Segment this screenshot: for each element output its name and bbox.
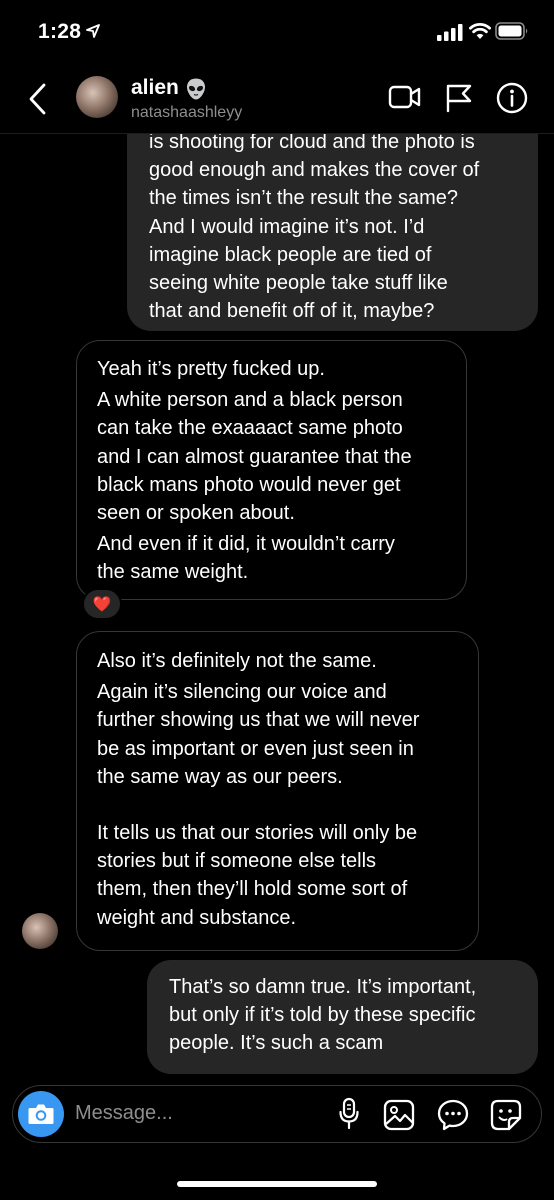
camera-button[interactable] [18,1091,64,1137]
info-icon[interactable] [496,82,528,114]
message-line: Again it’s silencing our voice and [97,681,387,704]
message-line: A white person and a black person [97,389,403,412]
sender-avatar[interactable] [22,913,58,949]
message-line: them, then they’ll hold some sort of [97,878,408,901]
heart-icon: ❤️ [92,596,112,613]
message-line: be as important or even just seen in [97,737,414,760]
message-line: and I can almost guarantee that the [97,445,412,468]
alien-emoji-icon [187,78,205,100]
message-line: that and benefit off of it, maybe? [149,300,435,323]
battery-icon [495,22,528,40]
message-input[interactable]: Message... [75,1102,173,1125]
profile-avatar[interactable] [76,76,118,118]
message-bubble-outgoing[interactable]: is shooting for cloud and the photo is g… [127,100,538,331]
message-bubble-outgoing[interactable]: That’s so damn true. It’s important, but… [147,960,538,1074]
message-bubble-incoming[interactable]: Also it’s definitely not the same. Again… [76,631,479,951]
message-line: And even if it did, it wouldn’t carry [97,533,395,556]
back-chevron-icon[interactable] [26,82,50,116]
chat-gif-icon[interactable] [437,1099,469,1131]
message-line: weight and substance. [97,906,297,929]
heart-reaction[interactable]: ❤️ [82,588,122,620]
microphone-icon[interactable] [338,1097,360,1131]
message-line: black mans photo would never get [97,473,401,496]
message-line: seen or spoken about. [97,502,295,525]
message-line: the times isn’t the result the same? [149,187,459,210]
gallery-icon[interactable] [383,1099,415,1131]
cellular-signal-icon [437,24,463,41]
message-line: the same weight. [97,561,249,584]
sticker-icon[interactable] [490,1099,522,1131]
contact-username: natashaashleyy [131,104,243,121]
camera-icon [28,1104,54,1124]
message-line: people. It’s such a scam [169,1032,384,1055]
message-composer[interactable]: Message... [12,1085,542,1143]
message-line: stories but if someone else tells [97,850,377,873]
message-line: further showing us that we will never [97,709,420,732]
home-indicator[interactable] [177,1181,377,1187]
message-line: imagine black people are tied of [149,243,432,266]
message-line: but only if it’s told by these specific [169,1004,476,1027]
message-line: can take the exaaaact same photo [97,417,403,440]
flag-icon[interactable] [444,83,474,113]
location-arrow-icon [86,24,100,38]
message-line: Yeah it’s pretty fucked up. [97,358,325,380]
message-line: That’s so damn true. It’s important, [169,976,477,998]
status-bar: 1:28 [0,0,554,64]
message-line: It tells us that our stories will only b… [97,822,418,845]
message-bubble-incoming[interactable]: Yeah it’s pretty fucked up. A white pers… [76,340,467,600]
video-call-icon[interactable] [388,83,422,111]
wifi-icon [469,23,491,39]
status-time: 1:28 [38,20,82,43]
message-line: seeing white people take stuff like [149,272,448,295]
chat-header: alien natashaashleyy [0,64,554,134]
message-line: Also it’s definitely not the same. [97,650,377,672]
message-line: And I would imagine it’s not. I’d [149,215,425,238]
contact-name[interactable]: alien [131,76,179,100]
message-line: good enough and makes the cover of [149,159,480,182]
message-line: the same way as our peers. [97,765,343,788]
